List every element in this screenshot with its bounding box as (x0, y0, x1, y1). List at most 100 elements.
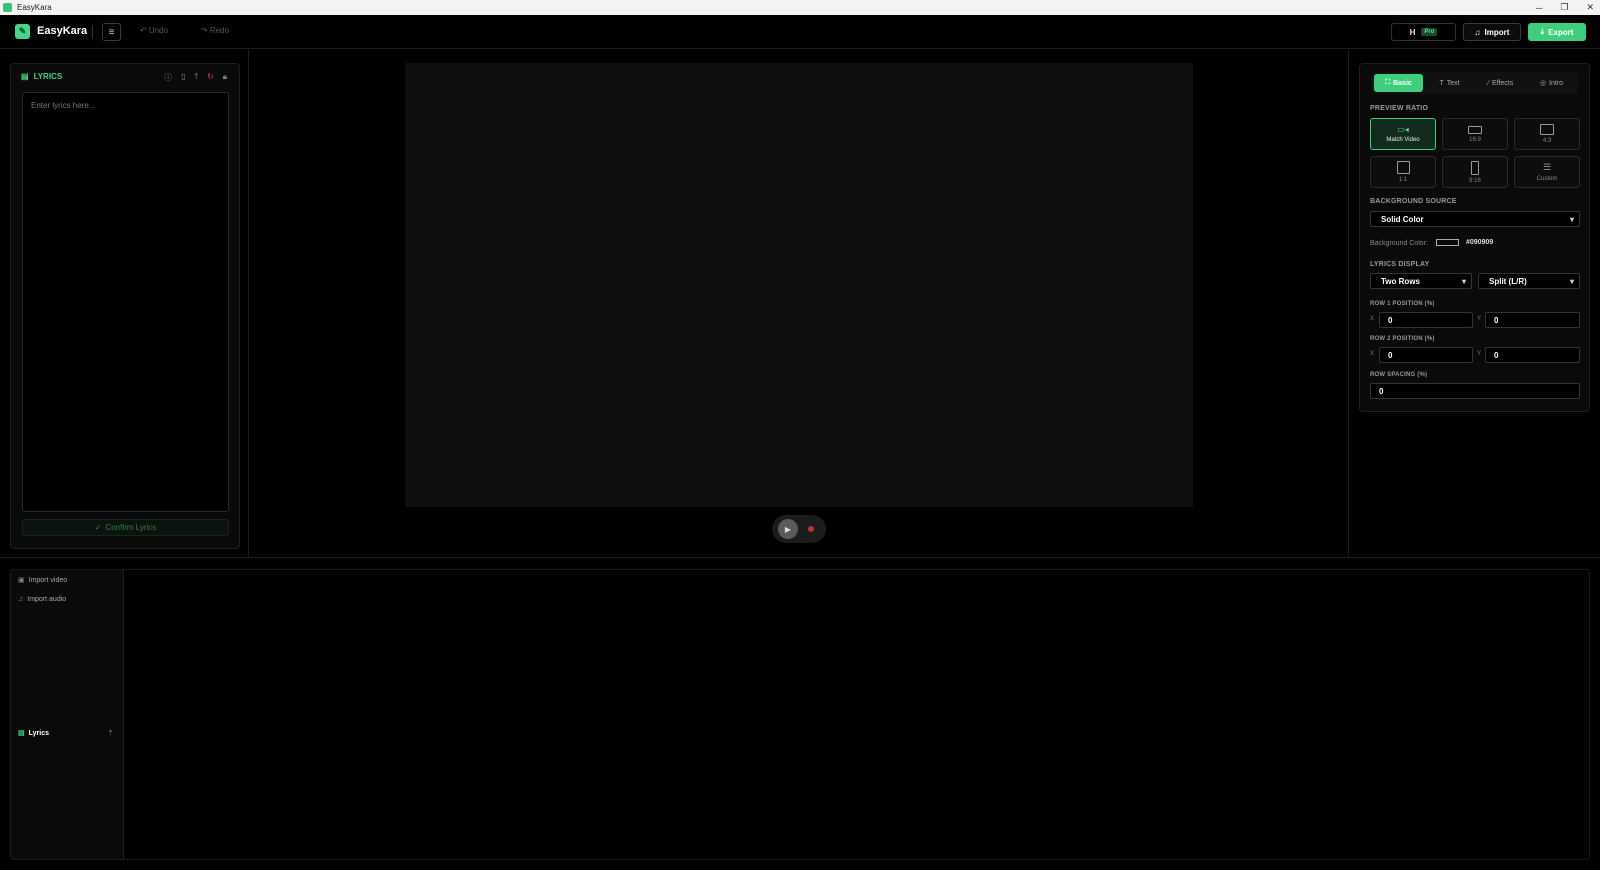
panel-divider-left[interactable] (248, 50, 249, 557)
play-button[interactable]: ▶ (778, 519, 798, 539)
ratio-label: Custom (1536, 176, 1558, 182)
row2-y-label: Y (1477, 351, 1482, 357)
background-source-title: BACKGROUND SOURCE (1370, 198, 1457, 205)
pro-badge: Pro (1421, 28, 1438, 36)
minimize-button[interactable]: ─ (1536, 3, 1542, 13)
intro-icon: ◎ (1539, 80, 1547, 87)
row2-x-input[interactable]: 0 (1379, 347, 1473, 363)
text-icon: T (1439, 79, 1444, 87)
export-label: Export (1548, 27, 1574, 37)
tab-text-label: Text (1446, 79, 1460, 87)
tab-basic-label: Basic (1393, 79, 1412, 87)
window-titlebar: EasyKara ─ ❐ ✕ (0, 0, 1600, 15)
row2-x-value: 0 (1388, 350, 1393, 360)
track-label: Import video (28, 576, 68, 584)
track-import-audio[interactable]: ♫ Import audio (18, 596, 66, 603)
ratio-4-3[interactable]: 4:3 (1514, 118, 1580, 150)
close-button[interactable]: ✕ (1586, 2, 1594, 13)
toolbar-divider (92, 25, 93, 39)
upload-icon[interactable]: ⤒ (194, 72, 198, 83)
info-icon[interactable]: ⓘ (164, 72, 172, 83)
background-color-swatch[interactable] (1436, 239, 1459, 246)
restore-button[interactable]: ❐ (1560, 2, 1568, 13)
pro-hotkey-button[interactable]: H Pro (1391, 23, 1456, 41)
ratio-custom[interactable]: ☰ Custom (1514, 156, 1580, 188)
settings-tabs: ⛶ Basic T Text ⁄ Effects ◎ Intro (1372, 72, 1578, 94)
lyrics-input[interactable] (22, 92, 229, 512)
hotkey-label: H (1409, 27, 1416, 37)
row-spacing-title: ROW SPACING (%) (1370, 372, 1428, 378)
preview-ratio-title: PREVIEW RATIO (1370, 105, 1429, 112)
sliders-icon: ☰ (1542, 162, 1552, 172)
lyrics-panel: ▤ LYRICS ⓘ ▯ ⤒ ↻ 🔒︎ ✓ Confirm Lyrics (10, 63, 240, 549)
record-button[interactable] (808, 526, 814, 532)
tab-text[interactable]: T Text (1425, 74, 1474, 92)
ratio-label: 4:3 (1542, 138, 1552, 144)
ratio-1-1[interactable]: 1:1 (1370, 156, 1436, 188)
ratio-16-9[interactable]: 16:9 (1442, 118, 1508, 150)
panel-divider-right[interactable] (1348, 50, 1349, 557)
ratio-1-1-icon (1396, 161, 1410, 174)
row2-y-input[interactable]: 0 (1485, 347, 1580, 363)
tab-intro[interactable]: ◎ Intro (1527, 74, 1576, 92)
row2-y-value: 0 (1494, 350, 1499, 360)
undo-button[interactable]: ↶ Undo (140, 26, 168, 35)
redo-button[interactable]: ↷ Redo (201, 26, 229, 35)
display-rows-select[interactable]: Two Rows (1370, 273, 1472, 289)
confirm-lyrics-button[interactable]: ✓ Confirm Lyrics (22, 519, 229, 536)
ratio-match-video[interactable]: ▭◂ Match Video (1370, 118, 1436, 150)
crop-icon: ⛶ (1385, 79, 1391, 86)
import-button[interactable]: ♫ Import (1463, 23, 1521, 41)
wand-icon: ⁄ (1487, 79, 1489, 87)
row1-x-value: 0 (1388, 315, 1393, 325)
tab-intro-label: Intro (1549, 79, 1564, 87)
tab-effects[interactable]: ⁄ Effects (1476, 74, 1525, 92)
track-import-video[interactable]: ▣ Import video (18, 576, 68, 585)
tab-basic[interactable]: ⛶ Basic (1374, 74, 1423, 92)
background-source-select[interactable]: Solid Color (1370, 211, 1580, 227)
lyrics-toolbar: ⓘ ▯ ⤒ ↻ 🔒︎ (164, 72, 227, 83)
check-icon: ✓ (94, 523, 102, 532)
copy-icon[interactable]: ▯ (181, 72, 185, 83)
row-spacing-value: 0 (1379, 386, 1384, 396)
export-button[interactable]: ⤓ Export (1528, 23, 1586, 41)
brand-logo-icon: ✎ (15, 24, 30, 39)
row1-y-input[interactable]: 0 (1485, 312, 1580, 328)
lock-icon[interactable]: 🔒︎ (223, 72, 227, 83)
video-icon: ▣ (18, 577, 25, 584)
music-icon: ♫ (18, 596, 24, 603)
background-color-value: #090909 (1466, 239, 1494, 246)
timeline-panel: ▣ Import video ♫ Import audio ▤ Lyrics ⤒… (10, 569, 1590, 860)
upload-icon[interactable]: ⤒ (109, 730, 112, 738)
ratio-label: 9:16 (1469, 177, 1481, 184)
display-rows-value: Two Rows (1381, 276, 1420, 286)
menu-button[interactable]: ≡ (102, 23, 121, 41)
row1-position-title: ROW 1 POSITION (%) (1370, 301, 1435, 307)
hamburger-icon: ≡ (108, 26, 115, 38)
lyrics-display-title: LYRICS DISPLAY (1370, 261, 1430, 268)
playback-controls: ▶ (772, 515, 826, 543)
row2-x-label: X (1370, 351, 1375, 357)
row-spacing-input[interactable]: 0 (1370, 383, 1580, 399)
timeline-scroll-handle[interactable]: ⋯ (128, 848, 133, 854)
document-icon: ▤ (18, 730, 25, 737)
music-note-icon: ♫ (1474, 27, 1481, 37)
row1-y-value: 0 (1494, 315, 1499, 325)
ratio-9-16-icon (1471, 160, 1479, 175)
row1-x-input[interactable]: 0 (1379, 312, 1473, 328)
preview-ratio-grid: ▭◂ Match Video 16:9 4:3 1:1 9:16 ☰ Custo… (1370, 118, 1580, 188)
display-split-select[interactable]: Split (L/R) (1478, 273, 1580, 289)
timeline-divider[interactable] (0, 557, 1600, 558)
settings-panel: ⛶ Basic T Text ⁄ Effects ◎ Intro PREVIEW… (1359, 63, 1590, 412)
background-color-label: Background Color: (1370, 240, 1428, 247)
track-label: Lyrics (28, 729, 49, 737)
background-source-value: Solid Color (1381, 214, 1424, 224)
reset-icon[interactable]: ↻ (207, 72, 214, 83)
ratio-label: 1:1 (1398, 177, 1408, 183)
row1-x-label: X (1370, 316, 1375, 322)
video-preview[interactable] (405, 63, 1193, 507)
ratio-9-16[interactable]: 9:16 (1442, 156, 1508, 188)
ratio-label: 16:9 (1469, 136, 1481, 143)
track-lyrics[interactable]: ▤ Lyrics (18, 729, 49, 738)
window-title: EasyKara (17, 3, 52, 12)
